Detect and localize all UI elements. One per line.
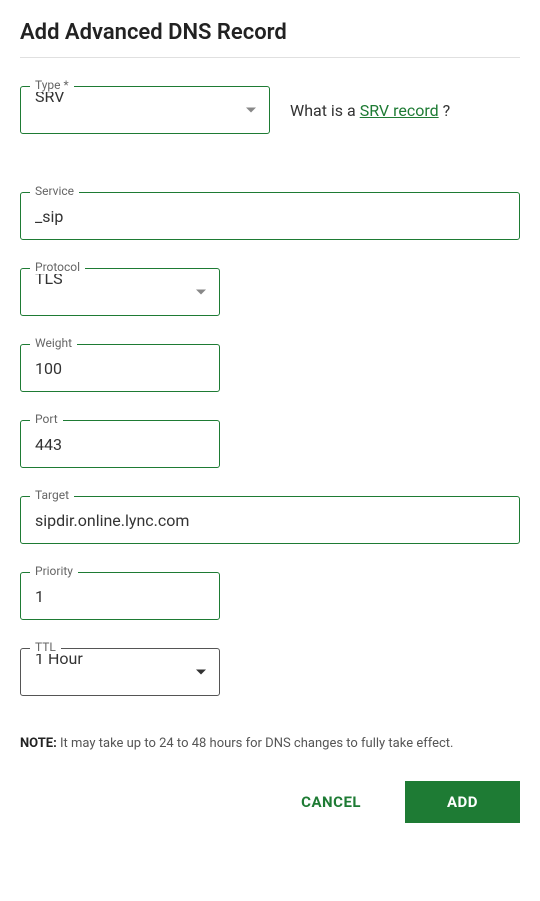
- ttl-field: TTL 1 Hour: [20, 648, 220, 696]
- target-label: Target: [30, 488, 74, 502]
- port-input[interactable]: [20, 420, 220, 468]
- protocol-field: Protocol TLS: [20, 268, 220, 316]
- note-body: It may take up to 24 to 48 hours for DNS…: [57, 736, 454, 751]
- cancel-button[interactable]: CANCEL: [273, 781, 389, 823]
- target-field: Target: [20, 496, 520, 544]
- page-title: Add Advanced DNS Record: [20, 20, 520, 58]
- type-select[interactable]: SRV: [20, 86, 270, 134]
- srv-record-link[interactable]: SRV record: [360, 101, 439, 120]
- button-row: CANCEL ADD: [20, 781, 520, 823]
- weight-label: Weight: [30, 336, 77, 350]
- port-label: Port: [30, 412, 63, 426]
- add-button[interactable]: ADD: [405, 781, 520, 823]
- target-input[interactable]: [20, 496, 520, 544]
- service-label: Service: [30, 184, 79, 198]
- service-field: Service: [20, 192, 520, 240]
- help-suffix: ?: [439, 101, 451, 120]
- weight-input[interactable]: [20, 344, 220, 392]
- port-field: Port: [20, 420, 220, 468]
- priority-field: Priority: [20, 572, 220, 620]
- ttl-select[interactable]: 1 Hour: [20, 648, 220, 696]
- note-text: NOTE: It may take up to 24 to 48 hours f…: [20, 736, 520, 751]
- help-text: What is a SRV record ?: [290, 101, 450, 120]
- type-label: Type *: [30, 78, 74, 92]
- note-label: NOTE:: [20, 736, 57, 751]
- ttl-label: TTL: [30, 640, 61, 654]
- priority-input[interactable]: [20, 572, 220, 620]
- protocol-select[interactable]: TLS: [20, 268, 220, 316]
- help-prefix: What is a: [290, 101, 360, 120]
- type-field: Type * SRV: [20, 86, 270, 134]
- protocol-label: Protocol: [30, 260, 85, 274]
- weight-field: Weight: [20, 344, 220, 392]
- priority-label: Priority: [30, 564, 78, 578]
- service-input[interactable]: [20, 192, 520, 240]
